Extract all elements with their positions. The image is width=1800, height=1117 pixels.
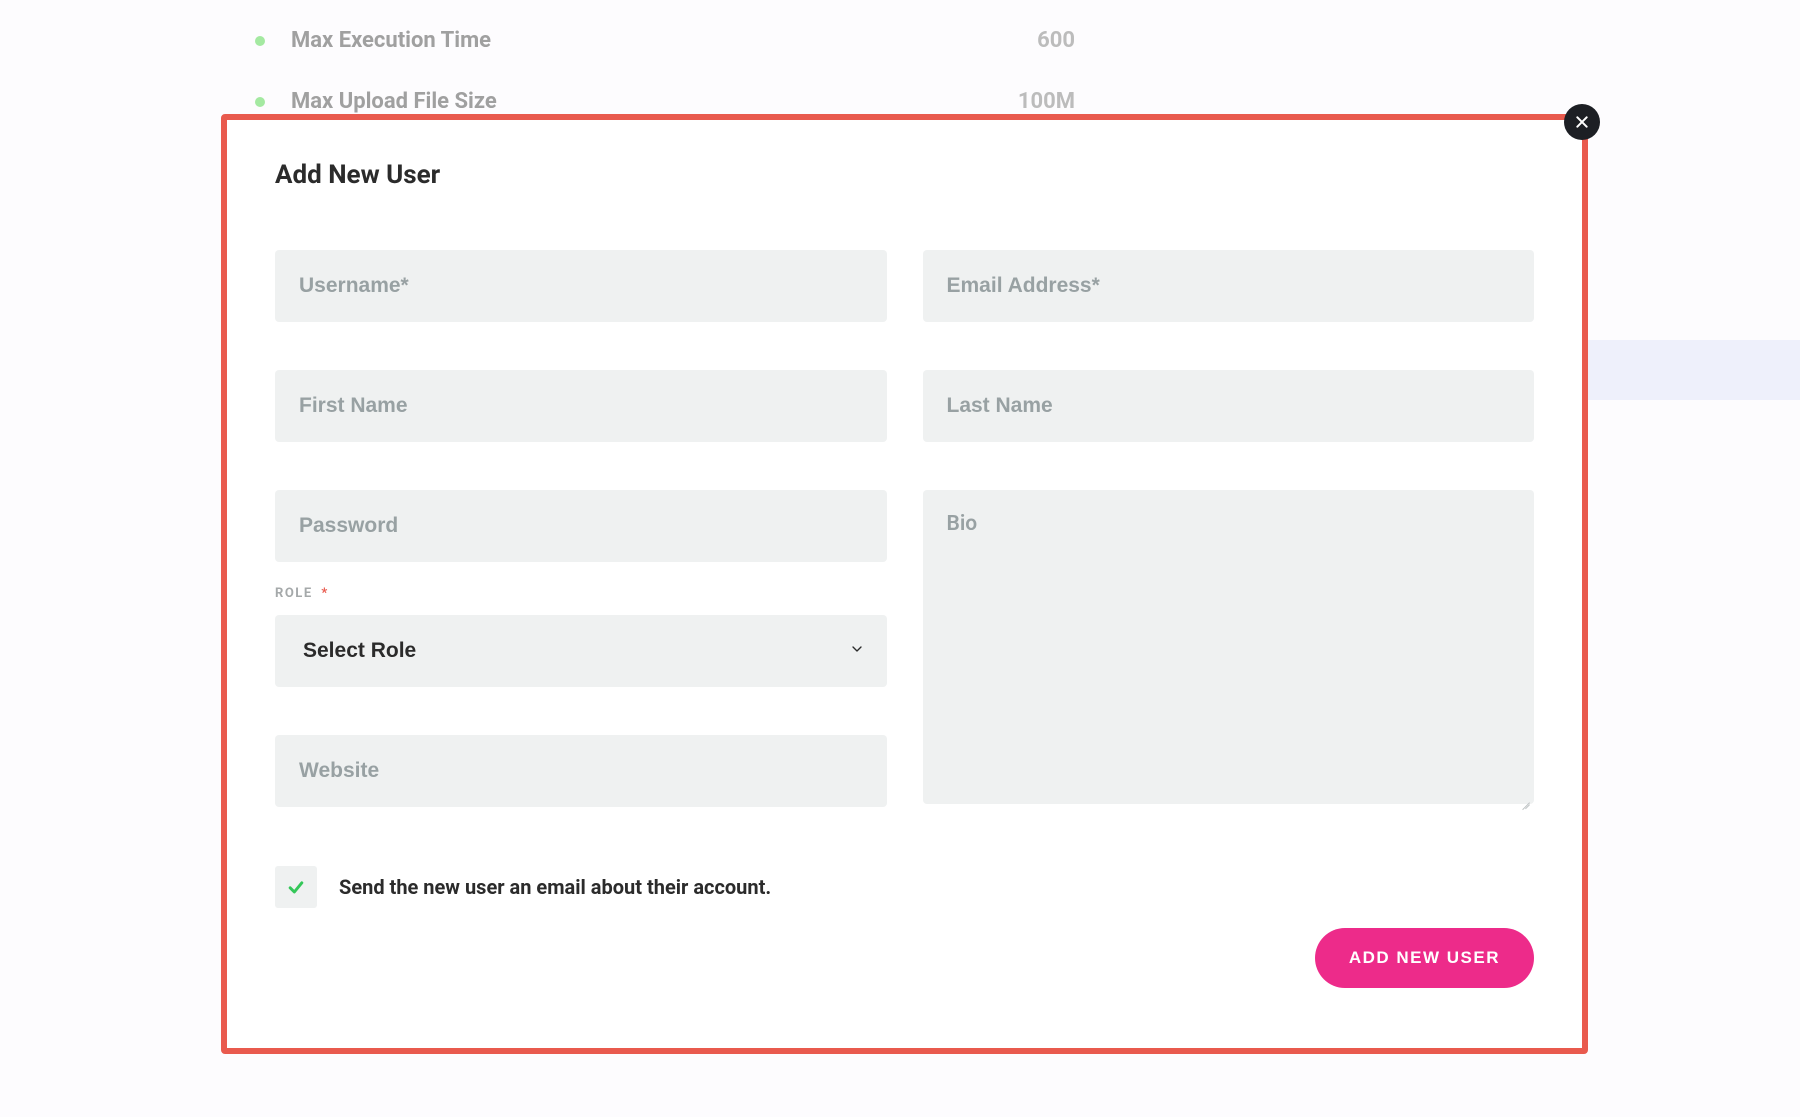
modal-title: Add New User: [275, 160, 1534, 190]
add-new-user-button[interactable]: ADD NEW USER: [1315, 928, 1534, 988]
bio-wrap: [923, 490, 1535, 808]
role-select[interactable]: Select Role: [275, 615, 887, 687]
list-item-value: 100M: [995, 89, 1075, 114]
role-label-text: ROLE: [275, 586, 313, 601]
close-icon: [1574, 114, 1590, 130]
username-input[interactable]: [275, 250, 887, 322]
list-item-label: Max Upload File Size: [291, 89, 995, 114]
add-user-modal: Add New User ROLE * Select Role: [221, 114, 1588, 1054]
email-input[interactable]: [923, 250, 1535, 322]
send-email-checkbox[interactable]: [275, 866, 317, 908]
form-column-left: ROLE * Select Role: [275, 250, 887, 808]
firstname-input[interactable]: [275, 370, 887, 442]
password-input[interactable]: [275, 490, 887, 562]
send-email-checkbox-row: Send the new user an email about their a…: [275, 866, 1534, 908]
required-asterisk: *: [321, 586, 328, 601]
form-column-right: [923, 250, 1535, 808]
role-label: ROLE *: [275, 586, 887, 601]
status-dot-icon: [255, 97, 265, 107]
role-select-value: Select Role: [303, 639, 416, 663]
bio-textarea[interactable]: [923, 490, 1535, 804]
list-item: Max Execution Time 600: [255, 10, 1075, 71]
close-button[interactable]: [1564, 104, 1600, 140]
website-input[interactable]: [275, 735, 887, 807]
modal-actions: ADD NEW USER: [275, 928, 1534, 988]
list-item-label: Max Execution Time: [291, 28, 995, 53]
role-field-block: ROLE * Select Role: [275, 586, 887, 687]
role-select-wrap: Select Role: [275, 615, 887, 687]
status-dot-icon: [255, 36, 265, 46]
form-grid: ROLE * Select Role: [275, 250, 1534, 808]
check-icon: [286, 877, 306, 897]
lastname-input[interactable]: [923, 370, 1535, 442]
list-item-value: 600: [995, 28, 1075, 53]
send-email-label: Send the new user an email about their a…: [339, 875, 771, 899]
